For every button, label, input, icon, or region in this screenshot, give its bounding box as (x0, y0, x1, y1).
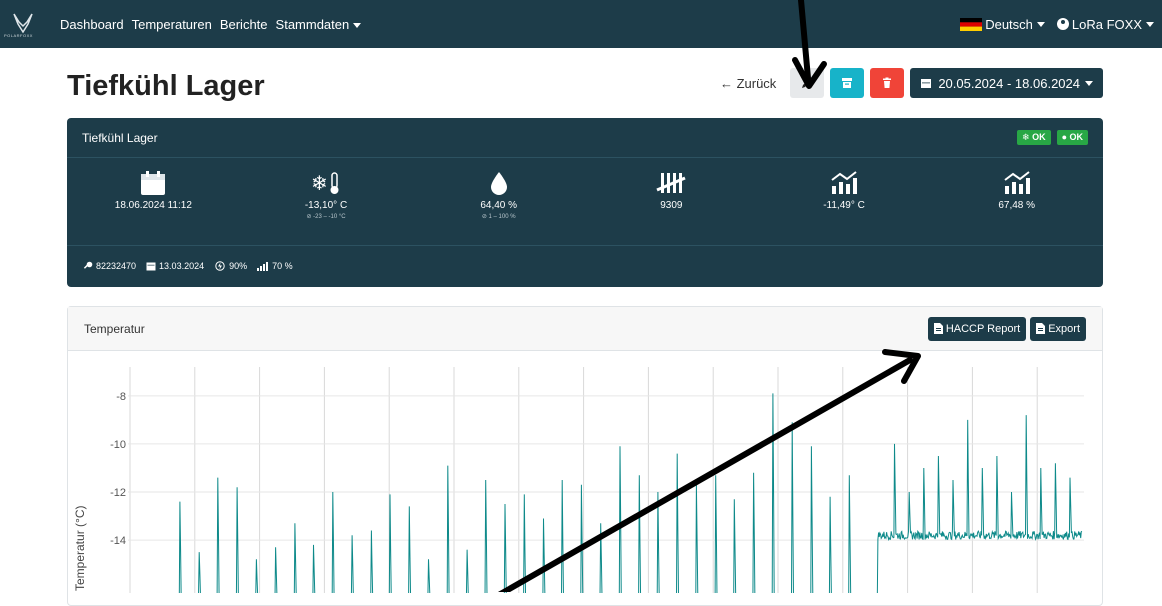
sensor-battery-value: 90% (229, 261, 248, 271)
calendar-icon (921, 79, 932, 88)
edit-button[interactable] (790, 68, 825, 98)
back-link[interactable]: ← Zurück (720, 76, 776, 91)
calendar-icon (146, 262, 156, 271)
user-dropdown[interactable]: LoRa FOXX (1045, 17, 1154, 32)
chevron-down-icon (1085, 80, 1093, 86)
language-dropdown[interactable]: Deutsch (960, 17, 1045, 32)
stat-range: ⊘ -23 – -10 °C (306, 214, 346, 220)
sensor-card: Tiefkühl Lager ❄ OK ● OK 18.06.2024 11:1… (67, 118, 1103, 287)
stat-value: -11,49° C (823, 200, 865, 211)
toolbar: ← Zurück 20.05.2024 - 18.06.2024 (720, 68, 1103, 98)
y-tick-label: -12 (110, 487, 126, 499)
top-navbar: POLARFOXX Dashboard Temperaturen Bericht… (0, 0, 1162, 48)
y-axis-label: Temperatur (°C) (73, 506, 87, 591)
badge-label: OK (1069, 132, 1084, 142)
battery-bolt-icon (215, 261, 225, 271)
brand-name: POLARFOXX (4, 33, 33, 38)
stat-range: ⊘ 1 – 100 % (481, 214, 516, 220)
nav-temperaturen[interactable]: Temperaturen (132, 17, 212, 32)
pencil-icon (802, 79, 812, 88)
chevron-down-icon (353, 22, 362, 28)
stat-value: -13,10° C (304, 200, 348, 211)
export-button[interactable]: Export (1030, 316, 1086, 341)
freeze-thermometer-icon: ❄ (311, 171, 339, 195)
archive-icon (842, 78, 853, 88)
trend-chart-icon (831, 171, 858, 194)
page-title: Tiefkühl Lager (67, 70, 265, 102)
stat-value: 9309 (660, 200, 683, 211)
temperature-line-chart[interactable]: -8 -10 -12 -14 Temperatur (°C) (68, 351, 1102, 593)
user-label: LoRa FOXX (1071, 16, 1142, 32)
trend-chart-icon (1004, 171, 1030, 194)
stat-value: 64,40 % (480, 200, 518, 211)
sensor-signal: 70 % (257, 261, 293, 271)
delete-button[interactable] (870, 68, 905, 98)
humidity-drop-icon (490, 172, 507, 195)
file-icon (1036, 323, 1046, 334)
date-range-picker[interactable]: 20.05.2024 - 18.06.2024 (910, 68, 1103, 98)
signal-strength-icon (257, 262, 269, 271)
temperature-series-line (178, 393, 1083, 593)
sensor-id: 82232470 (83, 261, 136, 271)
stat-value: 18.06.2024 11:12 (114, 200, 192, 211)
counter-icon (656, 173, 686, 193)
sensor-date: 13.03.2024 (146, 261, 204, 271)
nav-dashboard[interactable]: Dashboard (60, 17, 124, 32)
calendar-icon (141, 171, 166, 195)
export-label: Export (1048, 322, 1080, 335)
status-badge-temperature: ❄ OK (1017, 130, 1051, 145)
stat-counter: 9309 (585, 158, 758, 245)
trash-icon (883, 77, 892, 88)
chevron-down-icon (1036, 21, 1045, 27)
sensor-signal-value: 70 % (272, 261, 293, 271)
nav-stammdaten[interactable]: Stammdaten (276, 17, 362, 32)
nav-berichte[interactable]: Berichte (220, 17, 268, 32)
sensor-id-value: 82232470 (96, 261, 137, 271)
sensor-date-value: 13.03.2024 (159, 261, 205, 271)
stat-last-update: 18.06.2024 11:12 (67, 158, 240, 245)
badge-label: OK (1032, 132, 1046, 142)
temperature-chart-card: Temperatur HACCP Report Export -8 -10 -12-… (67, 306, 1103, 606)
archive-button[interactable] (830, 68, 865, 98)
status-badge-humidity: ● OK (1056, 130, 1088, 145)
sensor-battery: 90% (214, 261, 247, 271)
stat-humidity: 64,40 % ⊘ 1 – 100 % (412, 158, 585, 245)
stat-avg-humidity: 67,48 % (930, 158, 1103, 245)
chart-card-title: Temperatur (84, 321, 145, 336)
pdf-file-icon (933, 323, 943, 334)
language-label: Deutsch (985, 16, 1033, 32)
user-circle-icon (1056, 18, 1069, 30)
haccp-report-label: HACCP Report (945, 322, 1021, 335)
nav-stammdaten-label: Stammdaten (275, 16, 350, 32)
german-flag-icon (960, 17, 983, 31)
sensor-name: Tiefkühl Lager (82, 130, 158, 145)
y-tick-label: -8 (116, 391, 126, 403)
stat-temperature: ❄ -13,10° C ⊘ -23 – -10 °C (240, 158, 413, 245)
svg-text:❄: ❄ (311, 171, 328, 195)
haccp-report-button[interactable]: HACCP Report (927, 316, 1027, 341)
chevron-down-icon (1146, 21, 1154, 27)
key-icon (83, 261, 93, 269)
stat-avg-temperature: -11,49° C (758, 158, 931, 245)
y-tick-label: -10 (110, 439, 126, 451)
stat-value: 67,48 % (998, 200, 1036, 211)
y-tick-label: -14 (110, 535, 126, 547)
date-range-label: 20.05.2024 - 18.06.2024 (938, 75, 1080, 91)
